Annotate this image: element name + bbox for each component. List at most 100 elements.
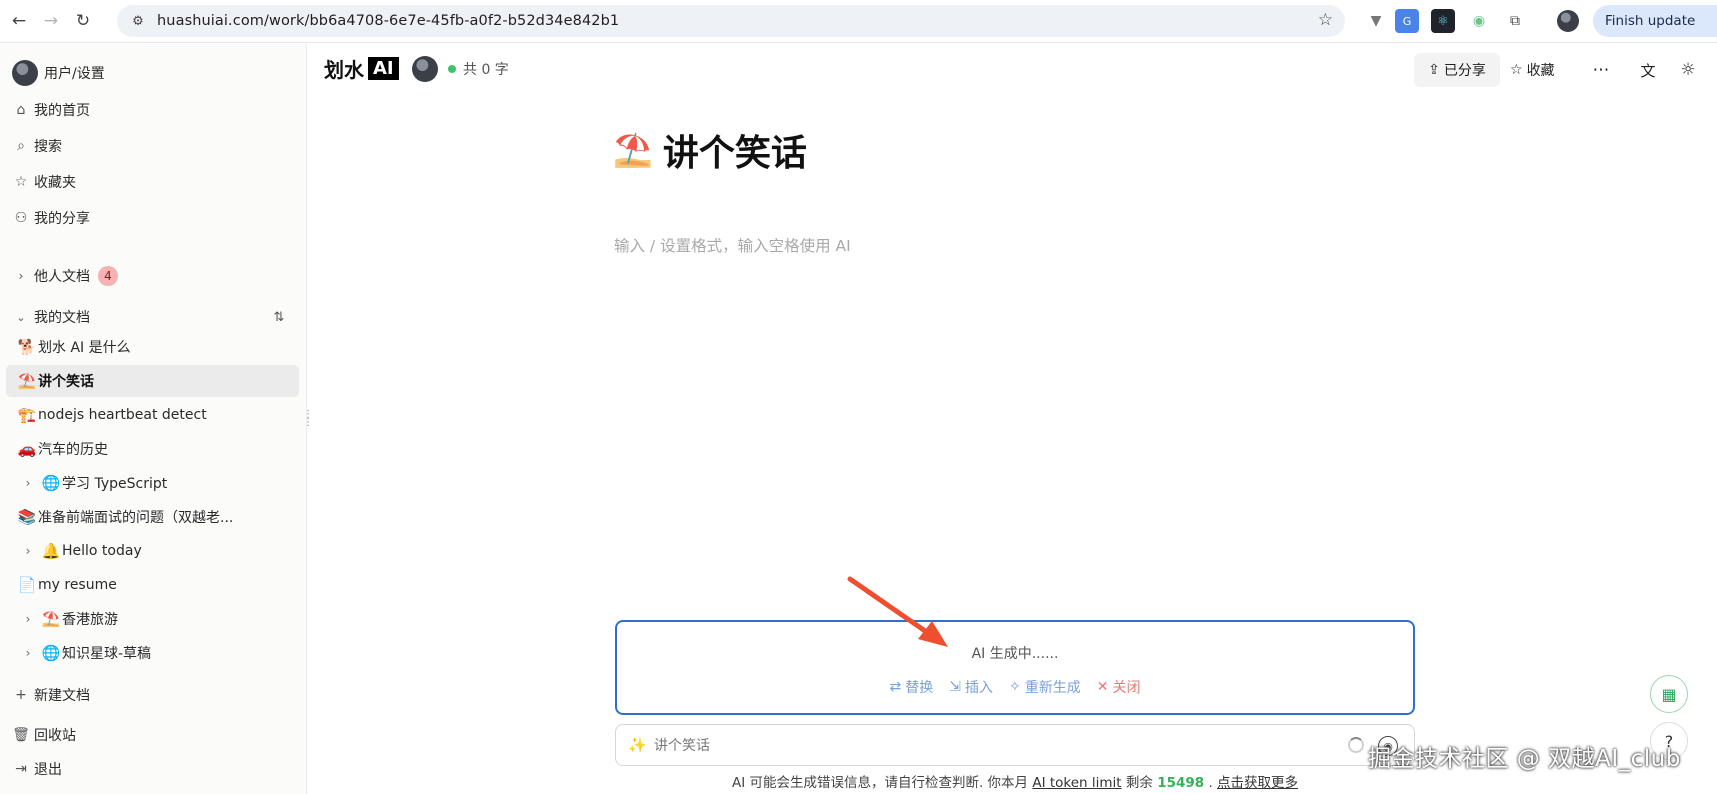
doc-item[interactable]: › 🔔 Hello today	[6, 535, 299, 567]
trash-button[interactable]: 🗑 回收站	[12, 720, 76, 750]
user-settings[interactable]: 用户/设置	[12, 58, 105, 88]
logout-button[interactable]: ⇥ 退出	[12, 754, 62, 784]
sidebar: 用户/设置 ⌂ 我的首页 ⌕ 搜索 ☆ 收藏夹 ⚇ 我的分享 › 他人文档 4 …	[0, 44, 307, 794]
sidebar-item-favorites[interactable]: ☆ 收藏夹	[12, 167, 76, 197]
sidebar-item-search[interactable]: ⌕ 搜索	[12, 131, 62, 161]
close-button[interactable]: ✕ 关闭	[1097, 677, 1141, 697]
doc-item-label: 划水 AI 是什么	[38, 340, 131, 356]
forward-icon[interactable]: →	[38, 8, 64, 34]
remaining-tokens: 15498	[1157, 775, 1205, 791]
others-docs-section[interactable]: › 他人文档 4	[12, 261, 118, 291]
regenerate-button[interactable]: ✧ 重新生成	[1009, 677, 1081, 697]
doc-item-label: 讲个笑话	[38, 374, 94, 390]
more-icon[interactable]: ⋯	[1587, 56, 1615, 84]
doc-item[interactable]: 📄 my resume	[6, 569, 299, 601]
finish-update-button[interactable]: Finish update	[1593, 5, 1717, 37]
others-docs-label: 他人文档	[34, 269, 90, 285]
shared-button[interactable]: ⇪ 已分享	[1414, 53, 1500, 87]
qr-code-icon[interactable]: ▦	[1650, 675, 1688, 713]
doc-item[interactable]: › 🌐 学习 TypeScript	[6, 467, 299, 499]
loading-spinner-icon	[1348, 737, 1364, 753]
star-icon: ☆	[1510, 62, 1523, 78]
reload-icon[interactable]: ↻	[70, 8, 96, 34]
react-devtools-icon[interactable]: ⚛	[1431, 9, 1455, 33]
sidebar-item-label: 我的分享	[34, 211, 90, 227]
favorite-button[interactable]: ☆ 收藏	[1510, 53, 1555, 87]
my-docs-label: 我的文档	[34, 310, 90, 326]
profile-avatar-icon[interactable]	[1556, 9, 1580, 33]
plus-icon: +	[15, 687, 27, 703]
doc-item[interactable]: › ⛱️ 香港旅游	[6, 603, 299, 635]
ai-status-text: AI 生成中......	[971, 646, 1059, 662]
watermark: 掘金技术社区 @ 双越AI_club	[1368, 746, 1681, 772]
trash-icon: 🗑	[12, 727, 30, 743]
get-more-link[interactable]: 点击获取更多	[1217, 775, 1298, 791]
sort-icon[interactable]: ⇅	[270, 302, 292, 332]
doc-item[interactable]: 📚 准备前端面试的问题（双越老...	[6, 501, 299, 533]
page-title[interactable]: ⛱️ 讲个笑话	[613, 124, 807, 176]
chevron-right-icon[interactable]: ›	[20, 646, 36, 660]
ai-generation-panel: AI 生成中...... ⇄ 替换 ⇲ 插入 ✧ 重新生成 ✕ 关闭	[615, 620, 1415, 715]
new-doc-button[interactable]: + 新建文档	[12, 680, 90, 710]
doc-item-label: 知识星球-草稿	[62, 646, 152, 662]
insert-button[interactable]: ⇲ 插入	[949, 677, 993, 697]
sidebar-item-my-shares[interactable]: ⚇ 我的分享	[12, 203, 90, 233]
brand-logo[interactable]: 划水 AI	[324, 54, 399, 83]
collaborator-avatar[interactable]	[412, 56, 438, 82]
home-icon: ⌂	[16, 102, 26, 118]
sidebar-item-label: 收藏夹	[34, 175, 76, 191]
title-emoji[interactable]: ⛱️	[613, 131, 653, 169]
bookmark-star-icon[interactable]: ☆	[1318, 10, 1333, 30]
annotation-arrow	[847, 576, 948, 647]
ai-disclaimer: AI 可能会生成错误信息，请自行检查判断. 你本月 AI token limit…	[731, 775, 1299, 791]
theme-sun-icon[interactable]: ☼	[1674, 56, 1702, 84]
doc-item-label: 香港旅游	[62, 612, 118, 628]
token-limit-link[interactable]: AI token limit	[1032, 775, 1121, 791]
back-icon[interactable]: ←	[6, 8, 32, 34]
doc-item[interactable]: 🏗️ nodejs heartbeat detect	[6, 399, 299, 431]
chevron-right-icon[interactable]: ›	[20, 612, 36, 626]
replace-button[interactable]: ⇄ 替换	[890, 677, 934, 697]
logout-icon: ⇥	[15, 761, 27, 777]
star-icon: ☆	[14, 174, 28, 190]
address-bar[interactable]: ⚙ huashuiai.com/work/bb6a4708-6e7e-45fb-…	[117, 5, 1345, 37]
search-icon: ⌕	[17, 138, 25, 154]
sidebar-item-label: 我的首页	[34, 103, 90, 119]
my-docs-section[interactable]: ⌄ 我的文档	[12, 302, 90, 332]
title-text[interactable]: 讲个笑话	[663, 124, 807, 176]
translate-extension-icon[interactable]: G	[1395, 9, 1419, 33]
chevron-right-icon[interactable]: ›	[20, 476, 36, 490]
avatar	[12, 60, 38, 86]
editor-placeholder[interactable]: 输入 / 设置格式，输入空格使用 AI	[614, 234, 851, 256]
chevron-right-icon[interactable]: ›	[20, 544, 36, 558]
sidebar-resize-handle[interactable]: ⋮ ⋮	[303, 410, 313, 428]
user-icon: ⚇	[14, 210, 28, 226]
shared-label: 已分享	[1443, 63, 1486, 79]
ai-prompt-box[interactable]: ✨ ◉	[615, 724, 1415, 766]
share-icon: ⇪	[1428, 62, 1440, 78]
word-count: 共 0 字	[463, 62, 509, 78]
favorite-label: 收藏	[1526, 63, 1555, 79]
doc-item-label: nodejs heartbeat detect	[38, 407, 207, 423]
brand-ai-box: AI	[368, 57, 399, 80]
brand-text: 划水	[324, 58, 364, 82]
extensions-puzzle-icon[interactable]: ⧉	[1503, 9, 1527, 33]
online-status-dot	[448, 65, 456, 73]
extension-circle-icon[interactable]: ◉	[1467, 9, 1491, 33]
replace-icon: ⇄	[889, 679, 902, 695]
site-settings-icon[interactable]: ⚙	[125, 8, 151, 34]
close-icon: ✕	[1096, 679, 1109, 695]
doc-item-label: Hello today	[62, 543, 142, 559]
extension-v-icon[interactable]: ▼	[1364, 9, 1388, 33]
sidebar-item-home[interactable]: ⌂ 我的首页	[12, 95, 90, 125]
doc-item[interactable]: 🚗 汽车的历史	[6, 433, 299, 465]
doc-item[interactable]: 🐕 划水 AI 是什么	[6, 331, 299, 363]
doc-item-label: 准备前端面试的问题（双越老...	[38, 510, 234, 526]
doc-item-active[interactable]: ⛱️ 讲个笑话	[6, 365, 299, 397]
url-text[interactable]: huashuiai.com/work/bb6a4708-6e7e-45fb-a0…	[157, 13, 619, 29]
translate-icon[interactable]: 文	[1634, 56, 1662, 84]
ai-prompt-input[interactable]	[654, 733, 1294, 757]
doc-item[interactable]: › 🌐 知识星球-草稿	[6, 637, 299, 669]
others-docs-count-badge: 4	[98, 266, 118, 286]
chevron-down-icon: ⌄	[16, 310, 26, 324]
